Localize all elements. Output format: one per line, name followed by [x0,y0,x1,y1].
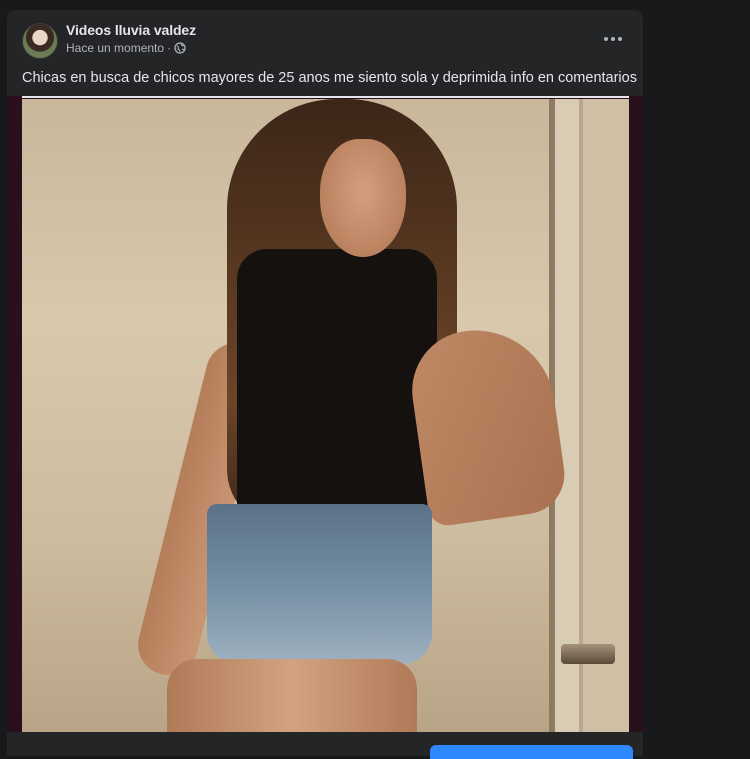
photo-figure-face [320,139,406,257]
photo-figure-shorts [207,504,432,664]
post-media[interactable] [7,96,643,732]
photo-figure-arm-right [404,320,570,528]
post-meta: Hace un momento · [66,41,186,55]
post-header: Videos lluvia valdez Hace un momento · [7,10,643,68]
photo-door-handle [561,644,615,664]
meta-separator: · [167,41,172,55]
photo-door [549,99,629,732]
author-avatar[interactable] [22,23,58,59]
post-card: Videos lluvia valdez Hace un momento · C… [7,10,643,756]
post-timestamp[interactable]: Hace un momento [66,41,164,55]
photo-figure-legs [167,659,417,732]
primary-action-button[interactable] [430,745,633,759]
more-options-icon[interactable] [595,27,631,51]
author-name[interactable]: Videos lluvia valdez [66,22,196,38]
media-divider [22,96,629,98]
photo-figure-top [237,249,437,519]
globe-icon[interactable] [174,42,186,54]
post-photo[interactable] [22,99,629,732]
post-caption: Chicas en busca de chicos mayores de 25 … [22,70,637,86]
